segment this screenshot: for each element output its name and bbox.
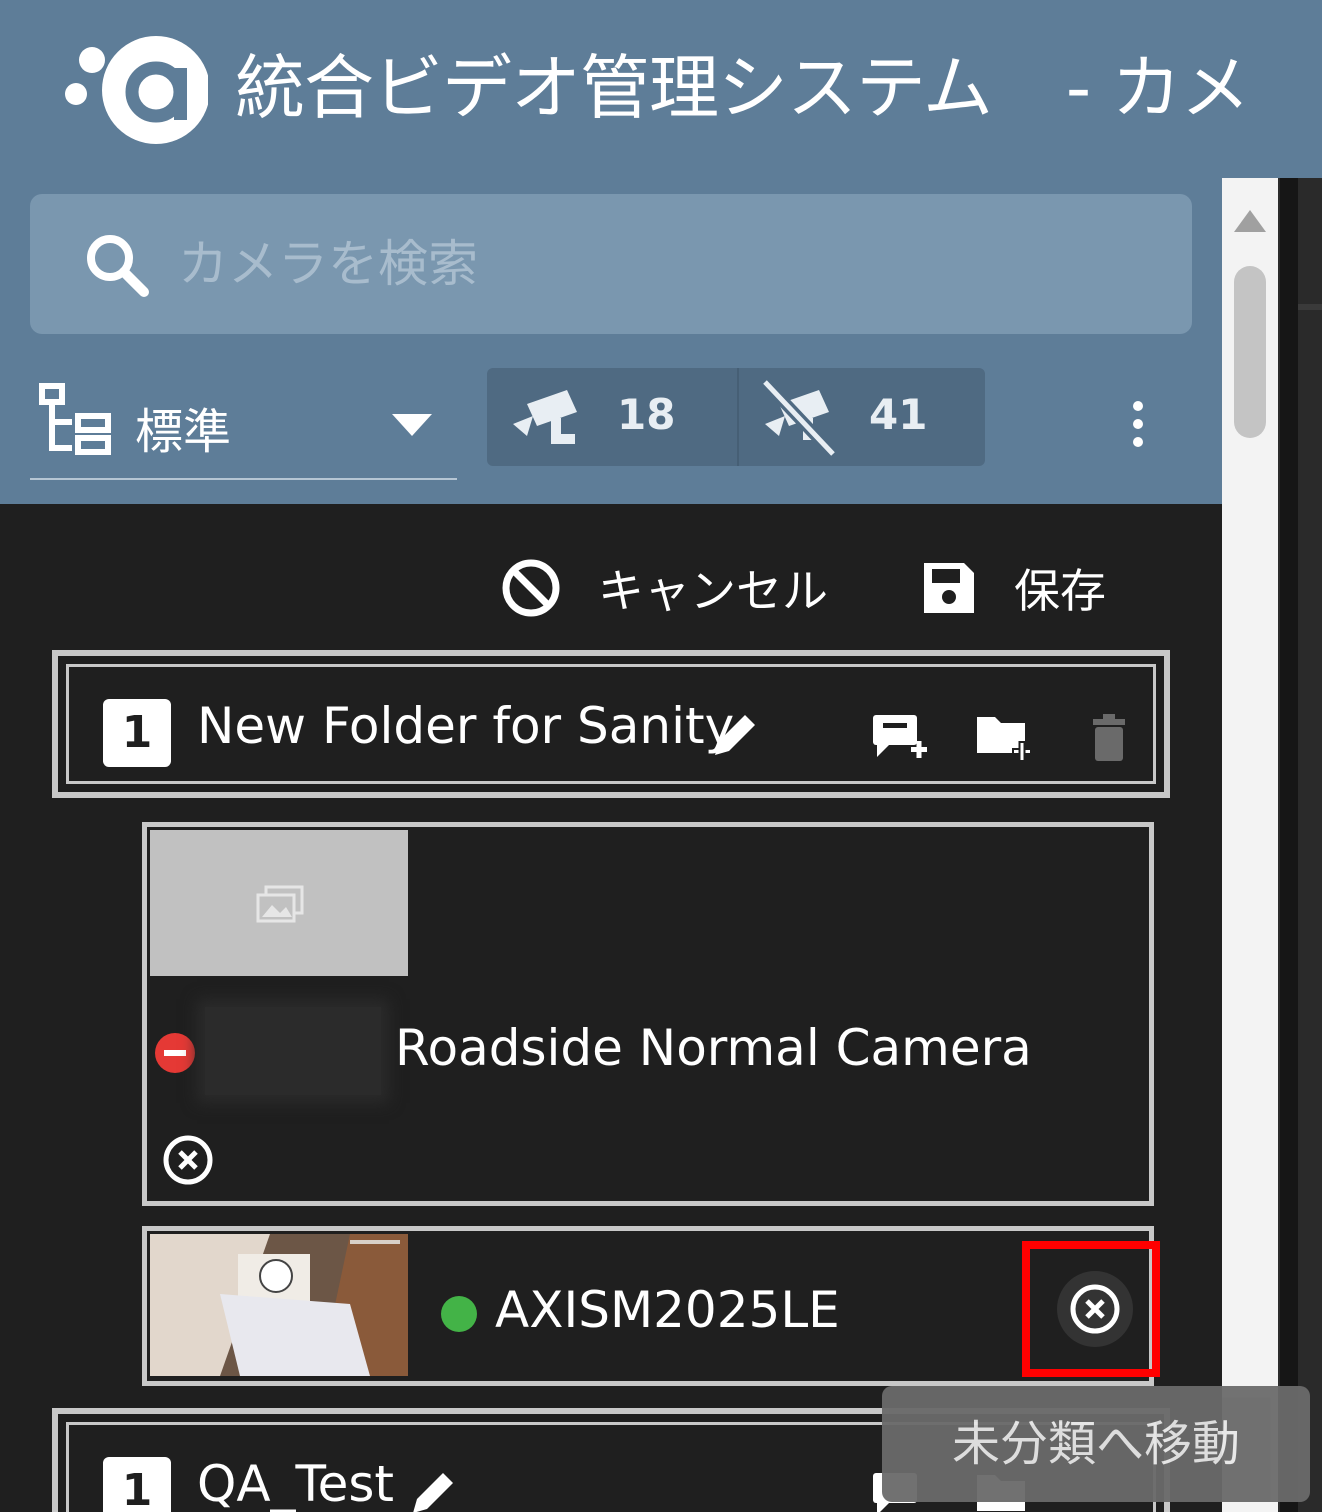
- app-header: 統合ビデオ管理システム - カメ: [0, 0, 1322, 178]
- offline-camera-count: 41: [869, 390, 928, 439]
- add-folder-icon[interactable]: [973, 709, 1033, 765]
- app-logo: [65, 36, 208, 144]
- camera-status-online-icon: [441, 1296, 477, 1332]
- main-view-scrollbar: [1298, 178, 1322, 1512]
- cancel-button[interactable]: キャンセル: [500, 552, 828, 624]
- online-camera-filter[interactable]: 18: [487, 368, 735, 466]
- remove-circle-icon[interactable]: [161, 1133, 215, 1187]
- save-button[interactable]: 保存: [920, 552, 1106, 624]
- camera-name: Roadside Normal Camera: [395, 1019, 1032, 1077]
- camera-thumbnail-placeholder: [150, 830, 408, 976]
- layout-tree-icon: [39, 383, 111, 455]
- folder-badge: 1: [103, 699, 171, 767]
- add-camera-icon[interactable]: [869, 709, 929, 765]
- camera-icon-blurred: [205, 1007, 381, 1095]
- camera-thumbnail: [150, 1234, 408, 1376]
- folder-name: New Folder for Sanity: [197, 697, 735, 755]
- camera-card[interactable]: Roadside Normal Camera: [142, 822, 1154, 1206]
- cancel-icon: [502, 559, 560, 617]
- cancel-label: キャンセル: [598, 564, 828, 618]
- folder-badge: 1: [103, 1457, 171, 1512]
- highlight-box: [1022, 1241, 1160, 1377]
- save-label: 保存: [1014, 564, 1106, 618]
- image-placeholder-icon: [256, 885, 304, 923]
- app-root: 統合ビデオ管理システム - カメ 標準: [0, 0, 1322, 1512]
- scrollbar-thumb[interactable]: [1234, 266, 1266, 438]
- tooltip: 未分類へ移動: [882, 1386, 1310, 1502]
- camera-card[interactable]: AXISM2025LE: [142, 1226, 1154, 1386]
- camera-name: AXISM2025LE: [495, 1281, 840, 1339]
- layout-select-value: 標準: [135, 404, 232, 460]
- camera-status-filter: 18 41: [487, 368, 985, 466]
- search-icon: [87, 235, 149, 297]
- main-view-edge: [1278, 178, 1322, 1512]
- edit-icon[interactable]: [709, 711, 759, 761]
- folder-row-inner: 1 New Folder for Sanity: [66, 664, 1156, 784]
- camera-offline-icon: [760, 378, 838, 458]
- camera-search: [30, 194, 1192, 334]
- app-title-suffix: - カメ: [1065, 47, 1251, 129]
- save-icon: [924, 563, 974, 613]
- edit-icon[interactable]: [407, 1469, 457, 1512]
- layout-select[interactable]: 標準: [30, 376, 457, 480]
- online-camera-count: 18: [617, 390, 676, 439]
- chevron-down-icon: [392, 414, 432, 436]
- folder-name: QA_Test: [197, 1455, 395, 1512]
- main-view-divider: [1298, 304, 1322, 310]
- more-vert-icon[interactable]: [1126, 400, 1150, 448]
- panel-scrollbar[interactable]: [1222, 178, 1278, 1512]
- offline-camera-filter[interactable]: 41: [737, 368, 985, 466]
- folder-row[interactable]: 1 New Folder for Sanity: [52, 650, 1170, 798]
- app-title-main: 統合ビデオ管理システム: [235, 47, 993, 129]
- camera-online-icon: [513, 390, 577, 444]
- camera-panel-header: 標準 18: [0, 178, 1222, 504]
- camera-status-offline-icon: [155, 1033, 195, 1073]
- search-input[interactable]: [178, 224, 1138, 304]
- app-title: 統合ビデオ管理システム - カメ: [235, 40, 1251, 136]
- delete-icon[interactable]: [1079, 709, 1139, 765]
- scroll-up-icon[interactable]: [1232, 206, 1268, 234]
